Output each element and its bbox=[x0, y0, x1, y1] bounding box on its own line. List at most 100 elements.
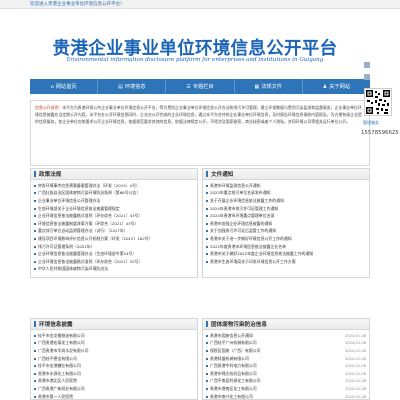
bullet-icon bbox=[206, 222, 208, 225]
list-item[interactable]: 广西贵港中科电力有限公司 2024-01-08 bbox=[206, 362, 366, 370]
top-bar: 欢迎进入贵港企业事业单位环境信息公开平台！ bbox=[0, 0, 400, 9]
main-nav: ⌂ 网站首页 ▤ 环境信息 ☰ 专题栏目 ▦ 法规文件 ♟ 关于网站 bbox=[30, 79, 370, 94]
site-subtitle: Environmental information disclosure pla… bbox=[66, 57, 324, 63]
panel-marker-icon bbox=[206, 171, 208, 177]
item-date: 2024-01-08 bbox=[345, 333, 366, 338]
list-item[interactable]: 广西贵港广新纸业有限公司 bbox=[34, 385, 194, 393]
bullet-icon bbox=[206, 334, 208, 337]
bullet-icon bbox=[34, 349, 36, 352]
bullet-icon bbox=[34, 253, 36, 256]
nav-label: 专题栏目 bbox=[192, 84, 214, 90]
list-item[interactable]: 广西桂平德宝有限公司 bbox=[34, 355, 194, 363]
list-item[interactable]: 企业环境信息依法披露格式准则（环办综合〔2021〕43号） bbox=[34, 212, 194, 220]
bullet-icon bbox=[206, 230, 208, 233]
nav-item-home[interactable]: ⌂ 网站首页 bbox=[30, 79, 99, 94]
bullet-icon bbox=[34, 230, 36, 233]
notice-paragraph: 信息公开说明：本平台为贵港环保公共企业事业单位环境信息公开平台。等为贯彻企业事业… bbox=[35, 104, 365, 125]
list-item[interactable]: 贵港市港北区人民医院 bbox=[34, 378, 194, 386]
list-item[interactable]: 贵港市锦文纺织品有限公司 2024-01-08 bbox=[206, 370, 366, 378]
list-item[interactable]: 2024年贵港市环境重点管理单位名录 bbox=[206, 212, 366, 220]
panel-header: 政策法规 bbox=[31, 169, 197, 180]
list-item[interactable]: 贵港市固废信息公开通知 2024-01-08 bbox=[206, 332, 366, 340]
list-item[interactable]: 企业环境信息依法披露管理办法（生态环境部令第24号） bbox=[34, 250, 194, 258]
list-item[interactable]: 贵港市丰源化工有限公司 bbox=[34, 370, 194, 378]
service-phone: 15578596625 bbox=[361, 130, 399, 136]
list-item[interactable]: 关于开展企业环境信息依法披露工作的通知 bbox=[206, 197, 366, 205]
env-list: 桂平市金龙植物油有限公司 广西贵港宏泰化工有限公司 广西贵港市华润水泥有限公司 … bbox=[31, 330, 197, 400]
list-item[interactable]: 企业环境信息依法披露格式准则（环办综合〔2021〕32号） bbox=[34, 258, 194, 266]
list-item[interactable]: 贵港市关于进一步做好环境信息公开工作的通知 bbox=[206, 235, 366, 243]
list-item[interactable]: 排污许可证管理条例（2021年） bbox=[34, 243, 194, 251]
bullet-icon bbox=[34, 334, 36, 337]
item-date: 2024-01-08 bbox=[345, 394, 366, 399]
nav-item-env-info[interactable]: ▤ 环境信息 bbox=[98, 79, 167, 94]
bullet-icon bbox=[206, 215, 208, 218]
nav-item-topics[interactable]: ☰ 专题栏目 bbox=[166, 79, 235, 94]
policy-list: 突发环境事件应急预案备案管理办法（环发〔2015〕4号） 广西壮族自治区固体废物… bbox=[31, 180, 197, 273]
list-item[interactable]: 贵港市南兴化工有限公司 2024-01-08 bbox=[206, 393, 366, 400]
qr-code bbox=[364, 88, 392, 116]
nav-label: 网站首页 bbox=[55, 84, 77, 90]
bullet-icon bbox=[206, 199, 208, 202]
list-item[interactable]: 广西平南县利源化工有限公司 2024-01-08 bbox=[206, 378, 366, 386]
bullet-icon bbox=[34, 342, 36, 345]
list-item[interactable]: 2023年重点排污单位名录发布通知 bbox=[206, 190, 366, 198]
list-item[interactable]: 贵港市关于做好2022年度企业环境信息依法披露工作的通知 bbox=[206, 250, 366, 258]
panel-title: 政策法规 bbox=[39, 172, 62, 178]
notice-box: 信息公开说明：本平台为贵港环保公共企业事业单位环境信息公开平台。等为贯彻企业事业… bbox=[30, 100, 370, 166]
list-item[interactable]: 贵港市第一人民医院 bbox=[34, 393, 194, 400]
nav-item-regulations[interactable]: ▦ 法规文件 bbox=[235, 79, 303, 94]
list-item[interactable]: 贵港市生态环境局关于印发环境信息公开工作方案 bbox=[206, 258, 366, 266]
list-item[interactable]: 贵港市环境监测信息公开通知 bbox=[206, 182, 366, 190]
list-item[interactable]: 贵港科盛机械有限公司 2024-01-08 bbox=[206, 355, 366, 363]
policy-panel: 政策法规 突发环境事件应急预案备案管理办法（环发〔2015〕4号） 广西壮族自治… bbox=[30, 168, 198, 278]
bullet-icon bbox=[206, 357, 208, 360]
list-item[interactable]: 桂平市金港糖业有限公司 bbox=[34, 362, 194, 370]
service-label[interactable]: 管理服务 bbox=[363, 120, 379, 126]
item-date: 2024-01-08 bbox=[345, 341, 366, 346]
site-header: 贵港企业事业单位环境信息公开平台 Environmental informati… bbox=[0, 9, 400, 75]
notice-lead: 信息公开说明： bbox=[35, 105, 63, 110]
list-item[interactable]: 2022年度贵港市环境信息依法披露企业名单 bbox=[206, 243, 366, 251]
list-item[interactable]: 2024年贵港市排污许可证管理工作通知 bbox=[206, 205, 366, 213]
list-item[interactable]: 广西壮族自治区固体废物污染环境防治条例（第68号公告） bbox=[34, 190, 194, 198]
list-item[interactable]: 桂平市金龙植物油有限公司 bbox=[34, 332, 194, 340]
bullet-icon bbox=[34, 387, 36, 390]
bullet-icon bbox=[206, 365, 208, 368]
item-date: 2024-01-08 bbox=[345, 348, 366, 353]
list-item[interactable]: 广西桂平广州机械有限公司 2024-01-08 bbox=[206, 340, 366, 348]
welcome-text: 欢迎进入贵港企业事业单位环境信息公开平台！ bbox=[30, 2, 125, 7]
list-item[interactable]: 企业事业单位环境信息公开管理办法 bbox=[34, 197, 194, 205]
bullet-icon bbox=[206, 380, 208, 383]
list-item[interactable]: 突发环境事件应急预案备案管理办法（环发〔2015〕4号） bbox=[34, 182, 194, 190]
bullet-icon bbox=[206, 349, 208, 352]
list-item[interactable]: 保税区固废（广西）有限公司 2024-01-08 bbox=[206, 347, 366, 355]
docs-list: 贵港市环境监测信息公开通知 2023年重点排污单位名录发布通知 关于开展企业环境… bbox=[203, 180, 369, 266]
bullet-icon bbox=[34, 365, 36, 368]
list-item[interactable]: 建设项目环境影响评价信息公开机制方案（环发〔2015〕162号） bbox=[34, 235, 194, 243]
list-item[interactable]: 环境信息依法披露制度改革方案（环综合〔2021〕43号） bbox=[34, 220, 194, 228]
panel-title: 固体废物污染防治信息 bbox=[211, 322, 267, 328]
list-item[interactable]: 中华人民共和国固体废物污染环境防治法 bbox=[34, 266, 194, 274]
panel-marker-icon bbox=[34, 321, 36, 327]
topic-icon: ☰ bbox=[186, 83, 191, 90]
panel-header: 文件通知 bbox=[203, 169, 369, 180]
side-link-icon[interactable] bbox=[364, 74, 370, 80]
list-item[interactable]: 贵港市港南区化工有限公司 2024-01-08 bbox=[206, 385, 366, 393]
nav-item-about[interactable]: ♟ 关于网站 bbox=[303, 79, 370, 94]
list-item[interactable]: 生态环境部关于企业环境信息依法披露管理规定 bbox=[34, 205, 194, 213]
list-item[interactable]: 贵港市加强企业环境信息披露的通知 bbox=[206, 220, 366, 228]
list-item[interactable]: 广西贵港市华润水泥有限公司 bbox=[34, 347, 194, 355]
side-link-icon[interactable] bbox=[364, 62, 370, 68]
list-item[interactable]: 重点排污单位自动监测管理办法（试行）（2017年） bbox=[34, 228, 194, 236]
panel-header: 固体废物污染防治信息 bbox=[203, 319, 369, 330]
bullet-icon bbox=[34, 245, 36, 248]
bullet-icon bbox=[34, 357, 36, 360]
env-disclosure-panel: 环境信息披露 桂平市金龙植物油有限公司 广西贵港宏泰化工有限公司 广西贵港市华润… bbox=[30, 318, 198, 400]
info-icon: ▤ bbox=[118, 83, 123, 90]
list-item[interactable]: 关于加强排污许可证后监管工作的通知 bbox=[206, 228, 366, 236]
bullet-icon bbox=[206, 342, 208, 345]
docs-panel: 文件通知 贵港市环境监测信息公开通知 2023年重点排污单位名录发布通知 关于开… bbox=[202, 168, 370, 278]
nav-label: 法规文件 bbox=[261, 84, 282, 90]
list-item[interactable]: 广西贵港宏泰化工有限公司 bbox=[34, 340, 194, 348]
